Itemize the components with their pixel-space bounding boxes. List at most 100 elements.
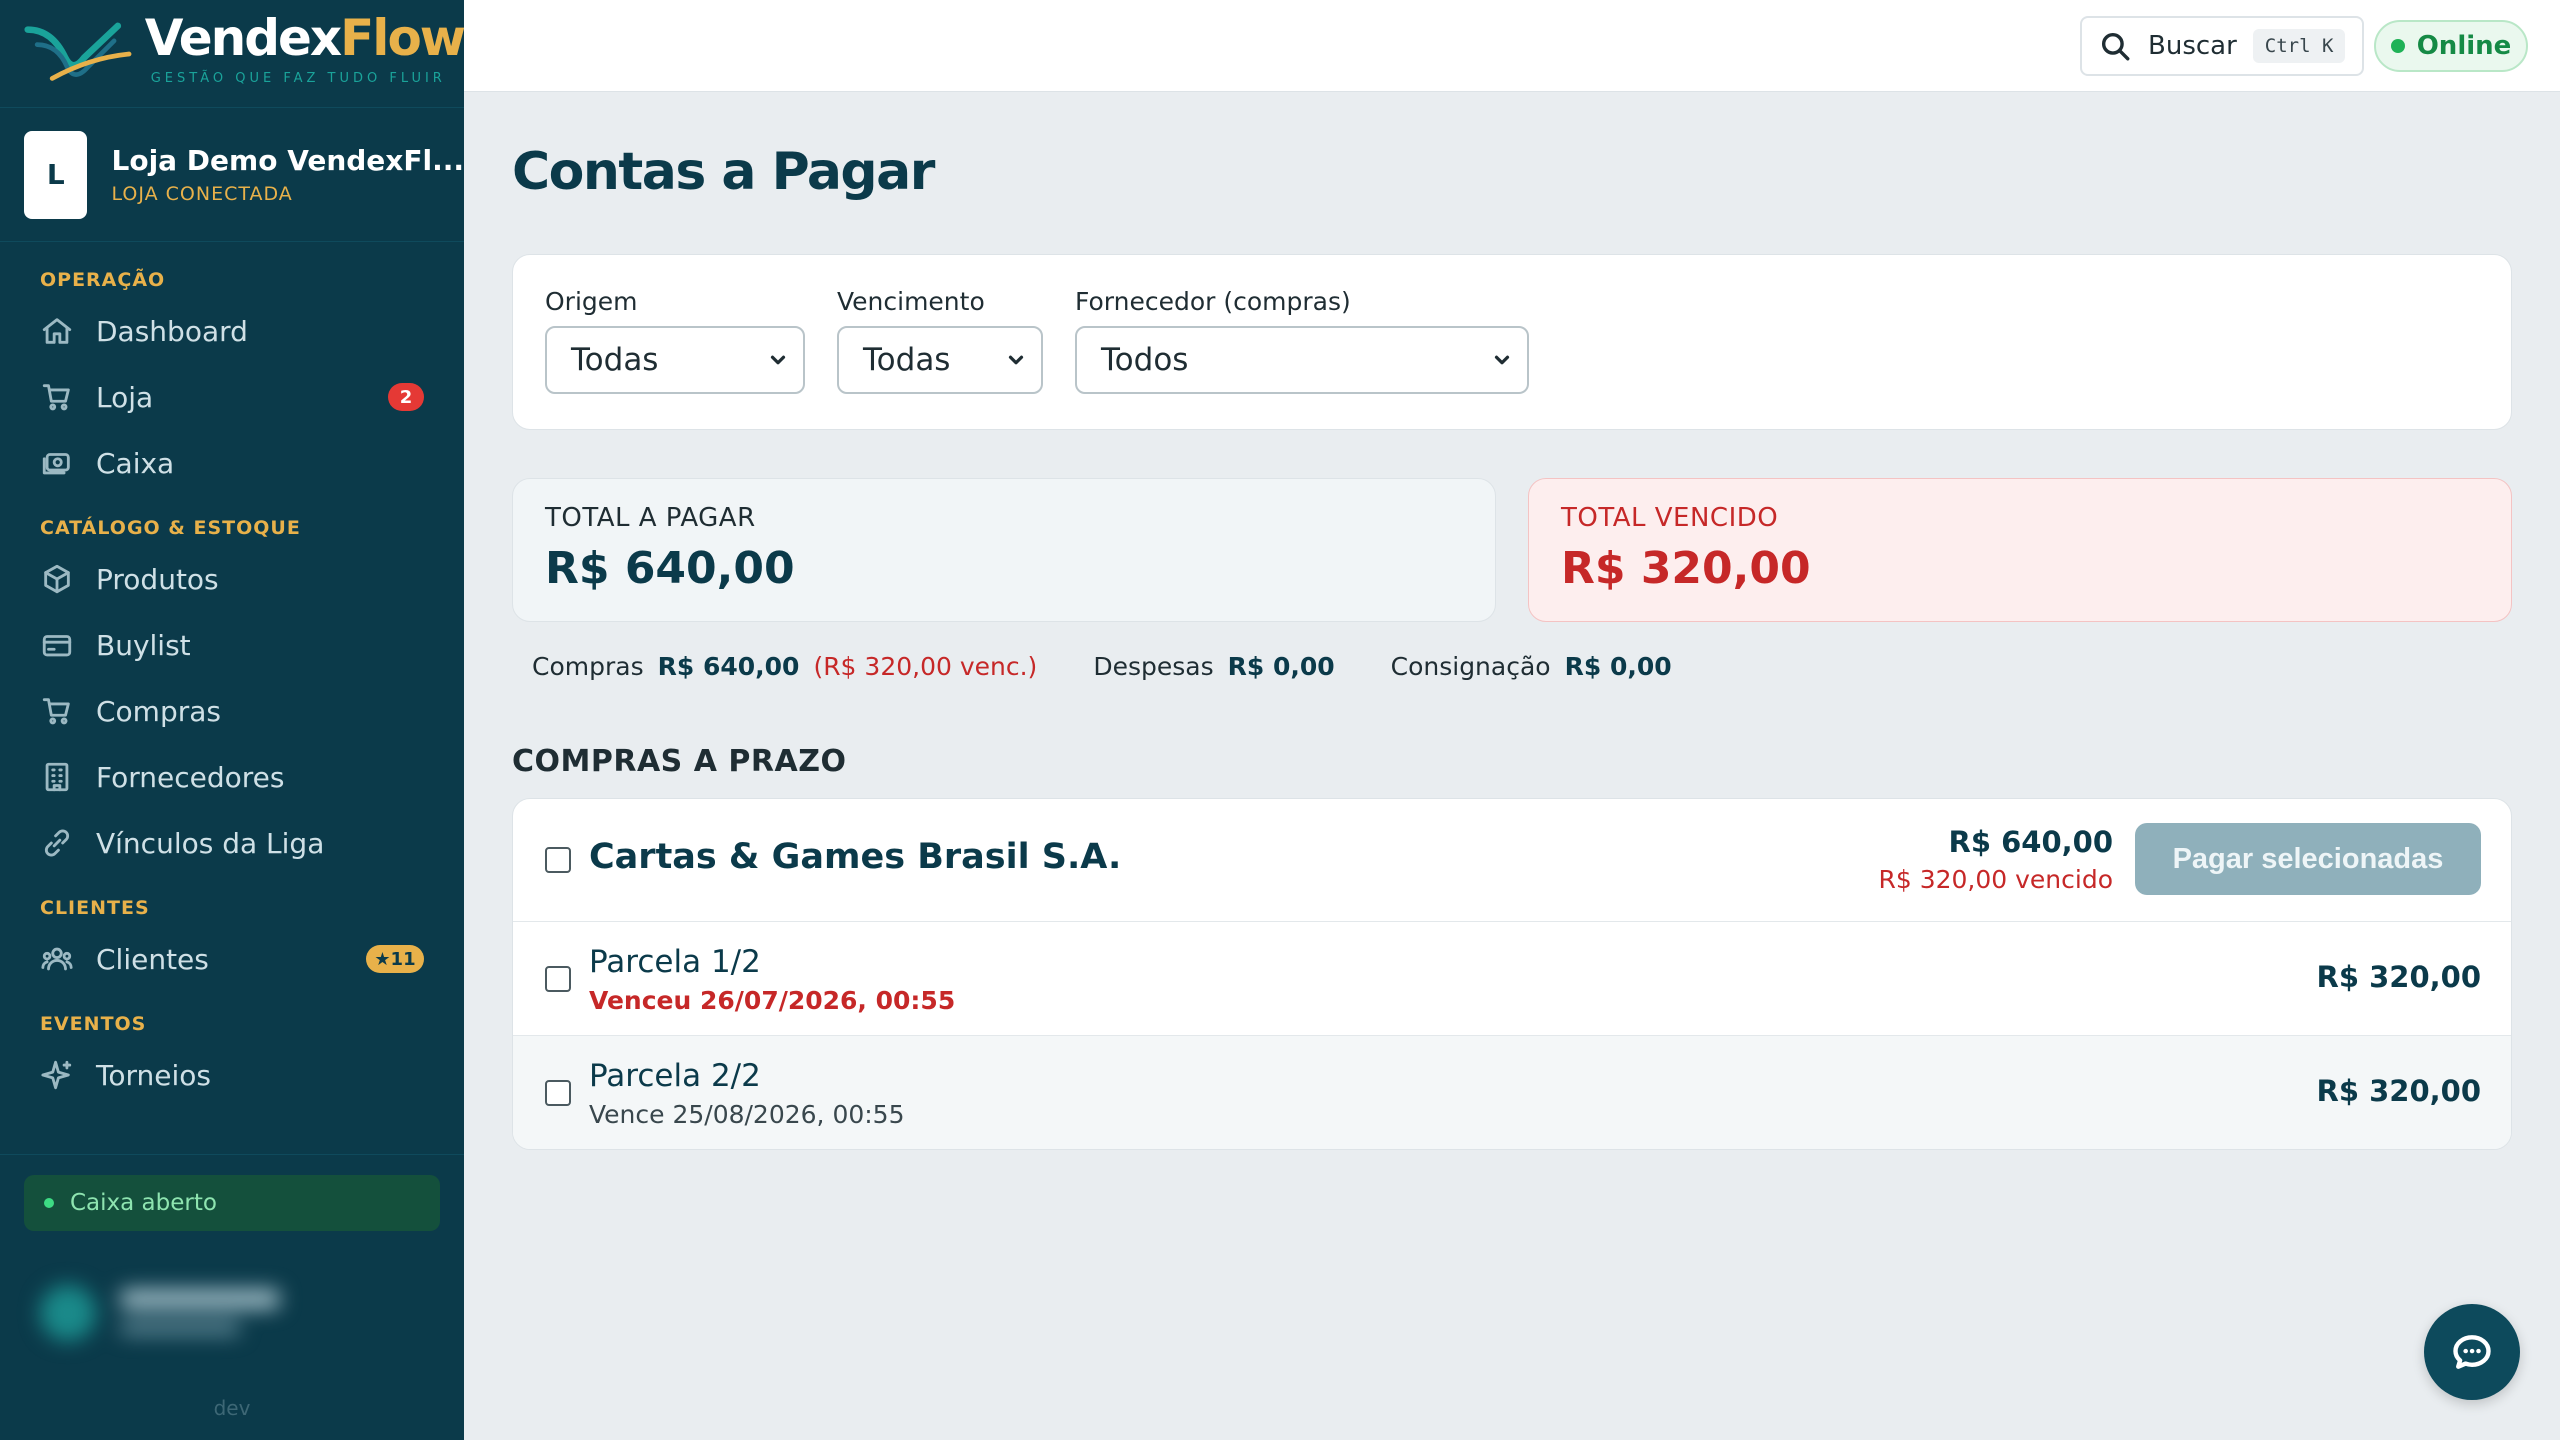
supplier-name: Cartas & Games Brasil S.A.	[589, 837, 1122, 877]
sidebar-item-buylist[interactable]: Buylist	[0, 612, 464, 678]
chat-icon	[2453, 1335, 2491, 1369]
sidebar-item-label: Clientes	[96, 942, 209, 976]
chevron-down-icon	[1494, 355, 1510, 365]
table-row[interactable]: Parcela 2/2 Vence 25/08/2026, 00:55 R$ 3…	[513, 1035, 2511, 1149]
brand-name: VendexFlow	[144, 9, 466, 67]
parcel-name: Parcela 1/2	[589, 944, 761, 980]
filter-fornecedor: Fornecedor (compras) Todos	[1075, 287, 1529, 394]
page-title: Contas a Pagar	[512, 142, 935, 202]
status-dot-icon	[2390, 39, 2405, 53]
select-all-checkbox[interactable]	[545, 847, 571, 873]
sidebar-item-label: Fornecedores	[96, 760, 285, 794]
filter-label: Origem	[545, 287, 638, 316]
brand-tagline: GESTÃO QUE FAZ TUDO FLUIR	[150, 71, 446, 86]
sidebar-item-dashboard[interactable]: Dashboard	[0, 298, 464, 364]
breakdown-label: Consignação	[1390, 652, 1551, 681]
nav-section-clientes: CLIENTES	[40, 897, 150, 919]
supplier-group-card: Cartas & Games Brasil S.A. R$ 640,00 R$ …	[512, 798, 2512, 1150]
logo-icon	[24, 22, 132, 81]
sidebar-nav: OPERAÇÃO Dashboard Loja 2 Caixa CATÁLOGO…	[0, 242, 464, 1108]
parcel-due-date: Vence 25/08/2026, 00:55	[589, 1100, 905, 1129]
search-button[interactable]: Buscar Ctrl K	[2080, 16, 2364, 76]
total-vencido-card: TOTAL VENCIDO R$ 320,00	[1528, 478, 2512, 622]
home-icon	[42, 318, 72, 344]
loyalty-badge: ★11	[366, 945, 424, 973]
sidebar-item-caixa[interactable]: Caixa	[0, 430, 464, 496]
sidebar-item-label: Caixa	[96, 446, 175, 480]
topbar: Buscar Ctrl K Online	[464, 0, 2560, 92]
breakdown-value: R$ 640,00	[657, 652, 800, 681]
search-icon	[2101, 32, 2130, 61]
pay-selected-button[interactable]: Pagar selecionadas	[2135, 823, 2481, 895]
supplier-total: R$ 640,00	[1948, 825, 2113, 859]
row-checkbox[interactable]	[545, 966, 571, 992]
connection-status-badge: Online	[2374, 20, 2528, 72]
sidebar-item-vinculos[interactable]: Vínculos da Liga	[0, 810, 464, 876]
sparkle-icon	[41, 1060, 72, 1090]
stat-label: TOTAL A PAGAR	[545, 503, 756, 533]
user-profile[interactable]	[24, 1265, 440, 1355]
section-title: COMPRAS A PRAZO	[512, 744, 847, 779]
card-icon	[42, 635, 72, 657]
parcel-due-date: Venceu 26/07/2026, 00:55	[589, 986, 956, 1015]
parcel-amount: R$ 320,00	[2316, 1074, 2481, 1108]
row-checkbox[interactable]	[545, 1080, 571, 1106]
keyboard-shortcut: Ctrl K	[2252, 29, 2346, 63]
store-switcher[interactable]: L Loja Demo VendexFl... LOJA CONECTADA	[0, 108, 464, 242]
breakdown-label: Despesas	[1093, 652, 1214, 681]
stat-label: TOTAL VENCIDO	[1561, 503, 1779, 533]
cash-status-label: Caixa aberto	[70, 1190, 217, 1216]
supplier-amounts: R$ 640,00 R$ 320,00 vencido	[1878, 825, 2113, 894]
brand[interactable]: VendexFlow GESTÃO QUE FAZ TUDO FLUIR	[0, 0, 466, 108]
origem-select[interactable]: Todas	[545, 326, 805, 394]
sidebar-item-clientes[interactable]: Clientes ★11	[0, 926, 464, 992]
filter-origem: Origem Todas	[545, 287, 805, 394]
sidebar-footer: Caixa aberto dev	[0, 1154, 464, 1440]
chevron-down-icon	[770, 355, 786, 365]
parcel-name: Parcela 2/2	[589, 1058, 761, 1094]
sidebar-item-label: Produtos	[96, 562, 219, 596]
building-icon	[45, 762, 69, 792]
vencimento-select[interactable]: Todas	[837, 326, 1043, 394]
store-name: Loja Demo VendexFl...	[111, 144, 464, 177]
fornecedor-select[interactable]: Todos	[1075, 326, 1529, 394]
sidebar-item-label: Vínculos da Liga	[96, 826, 325, 860]
filter-label: Vencimento	[837, 287, 985, 316]
box-icon	[44, 564, 70, 594]
cart-icon	[42, 698, 70, 725]
cash-register-status[interactable]: Caixa aberto	[24, 1175, 440, 1231]
sidebar-item-loja[interactable]: Loja 2	[0, 364, 464, 430]
sidebar-item-torneios[interactable]: Torneios	[0, 1042, 464, 1108]
table-row[interactable]: Parcela 1/2 Venceu 26/07/2026, 00:55 R$ …	[513, 921, 2511, 1035]
filters-panel: Origem Todas Vencimento Todas Fornecedor…	[512, 254, 2512, 430]
chevron-down-icon	[1008, 355, 1024, 365]
nav-section-eventos: EVENTOS	[40, 1013, 147, 1035]
select-value: Todas	[863, 342, 951, 378]
store-avatar: L	[24, 130, 88, 219]
user-email-redacted	[120, 1321, 240, 1335]
total-a-pagar-card: TOTAL A PAGAR R$ 640,00	[512, 478, 1496, 622]
cash-icon	[42, 453, 70, 475]
stat-value: R$ 320,00	[1561, 543, 1811, 594]
sidebar-item-compras[interactable]: Compras	[0, 678, 464, 744]
store-status: LOJA CONECTADA	[111, 183, 293, 205]
chat-button[interactable]	[2424, 1304, 2520, 1400]
sidebar-item-produtos[interactable]: Produtos	[0, 546, 464, 612]
supplier-overdue: R$ 320,00 vencido	[1878, 865, 2113, 894]
status-dot-icon	[44, 1198, 54, 1208]
nav-section-operacao: OPERAÇÃO	[40, 269, 166, 291]
sidebar-item-label: Buylist	[96, 628, 191, 662]
totals-breakdown: Compras R$ 640,00 (R$ 320,00 venc.) Desp…	[532, 652, 1672, 681]
supplier-group-header: Cartas & Games Brasil S.A. R$ 640,00 R$ …	[513, 799, 2511, 921]
cart-icon	[42, 384, 70, 411]
nav-section-catalogo: CATÁLOGO & ESTOQUE	[40, 517, 301, 539]
notification-badge: 2	[388, 383, 424, 411]
stat-value: R$ 640,00	[545, 543, 795, 594]
connection-status-label: Online	[2416, 31, 2512, 61]
filter-vencimento: Vencimento Todas	[837, 287, 1043, 394]
sidebar-item-fornecedores[interactable]: Fornecedores	[0, 744, 464, 810]
sidebar-item-label: Torneios	[96, 1058, 211, 1092]
breakdown-value: R$ 0,00	[1227, 652, 1335, 681]
breakdown-overdue-note: (R$ 320,00 venc.)	[813, 652, 1038, 681]
filter-label: Fornecedor (compras)	[1075, 287, 1351, 316]
